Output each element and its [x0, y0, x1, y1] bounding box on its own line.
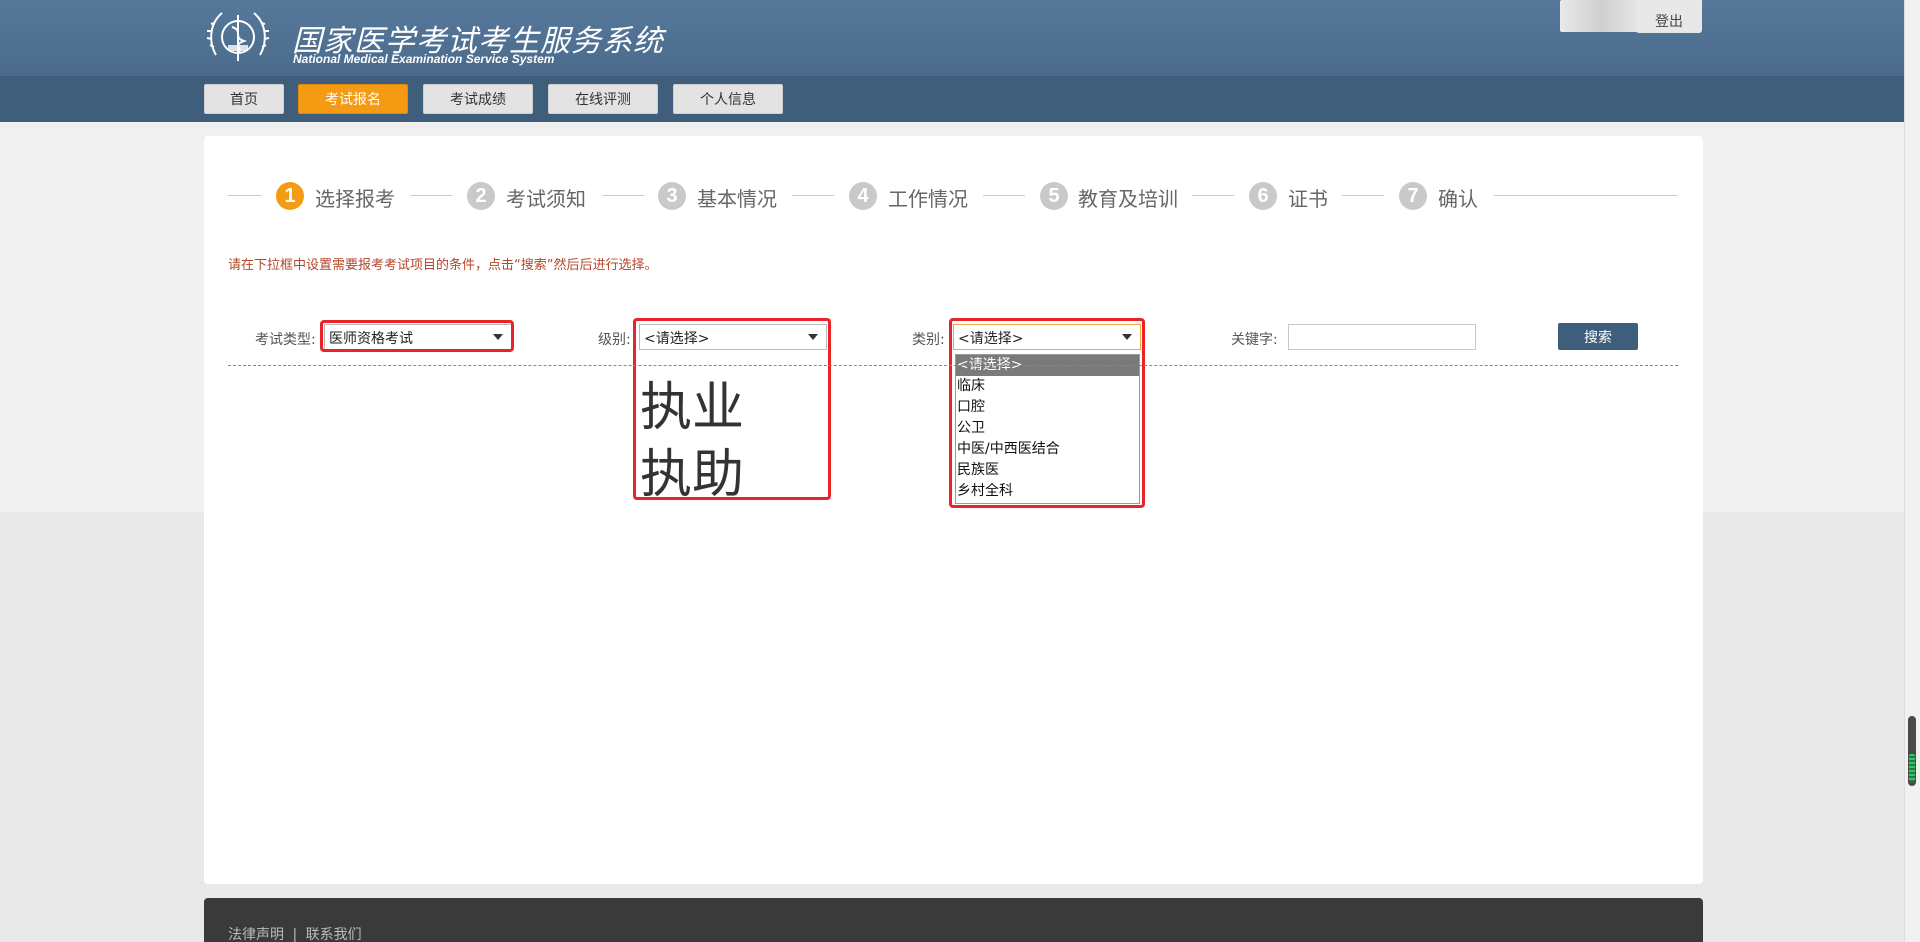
level-option-assistant: 执助 [640, 445, 745, 505]
medical-emblem-icon [206, 12, 270, 61]
nav-home[interactable]: 首页 [204, 84, 284, 114]
footer-links: 法律声明 | 联系我们 [228, 924, 362, 942]
step-connector [983, 195, 1025, 196]
nav-exam-registration[interactable]: 考试报名 [298, 84, 408, 114]
exam-type-label: 考试类型: [255, 332, 316, 348]
step-7-number: 7 [1399, 182, 1427, 210]
user-name-blurred [1560, 0, 1640, 32]
step-connector [228, 195, 262, 196]
step-3-label: 基本情况 [697, 187, 777, 211]
instruction-hint: 请在下拉框中设置需要报考考试项目的条件，点击“搜索”然后后进行选择。 [228, 258, 658, 273]
step-6-number: 6 [1249, 182, 1277, 210]
category-label: 类别: [912, 332, 945, 348]
keyword-input[interactable] [1288, 324, 1476, 350]
step-connector [792, 195, 834, 196]
nav-personal-info[interactable]: 个人信息 [673, 84, 783, 114]
step-5-number: 5 [1040, 182, 1068, 210]
legal-notice-link[interactable]: 法律声明 [228, 927, 284, 942]
step-connector [1342, 195, 1384, 196]
step-2-label: 考试须知 [506, 187, 586, 211]
step-4-number: 4 [849, 182, 877, 210]
logout-button[interactable]: 登出 [1636, 0, 1702, 33]
scrollbar-track[interactable] [1904, 0, 1920, 942]
step-connector [1494, 195, 1678, 196]
step-connector [602, 195, 644, 196]
nav-exam-results[interactable]: 考试成绩 [423, 84, 533, 114]
footer-separator: | [292, 927, 298, 942]
footer [204, 898, 1703, 942]
step-2-number: 2 [467, 182, 495, 210]
keyword-label: 关键字: [1231, 332, 1278, 348]
step-6-label: 证书 [1288, 187, 1328, 211]
level-label: 级别: [598, 332, 631, 348]
nav-bar [0, 76, 1904, 122]
step-3-number: 3 [658, 182, 686, 210]
site-subtitle: National Medical Examination Service Sys… [293, 52, 555, 66]
nav-online-evaluation[interactable]: 在线评测 [548, 84, 658, 114]
highlight-box-exam-type [320, 320, 514, 352]
dashed-divider [228, 365, 1678, 366]
step-4-label: 工作情况 [888, 187, 968, 211]
step-1-label: 选择报考 [315, 187, 395, 211]
step-connector [1192, 195, 1234, 196]
scrollbar-grip-icon [1909, 754, 1915, 782]
contact-us-link[interactable]: 联系我们 [306, 927, 362, 942]
highlight-box-category [949, 318, 1145, 508]
main-panel [204, 136, 1703, 884]
step-5-label: 教育及培训 [1078, 187, 1178, 211]
step-connector [410, 195, 452, 196]
level-option-practicing: 执业 [640, 378, 745, 438]
step-7-label: 确认 [1438, 187, 1478, 211]
search-button[interactable]: 搜索 [1558, 323, 1638, 350]
step-1-number: 1 [276, 182, 304, 210]
